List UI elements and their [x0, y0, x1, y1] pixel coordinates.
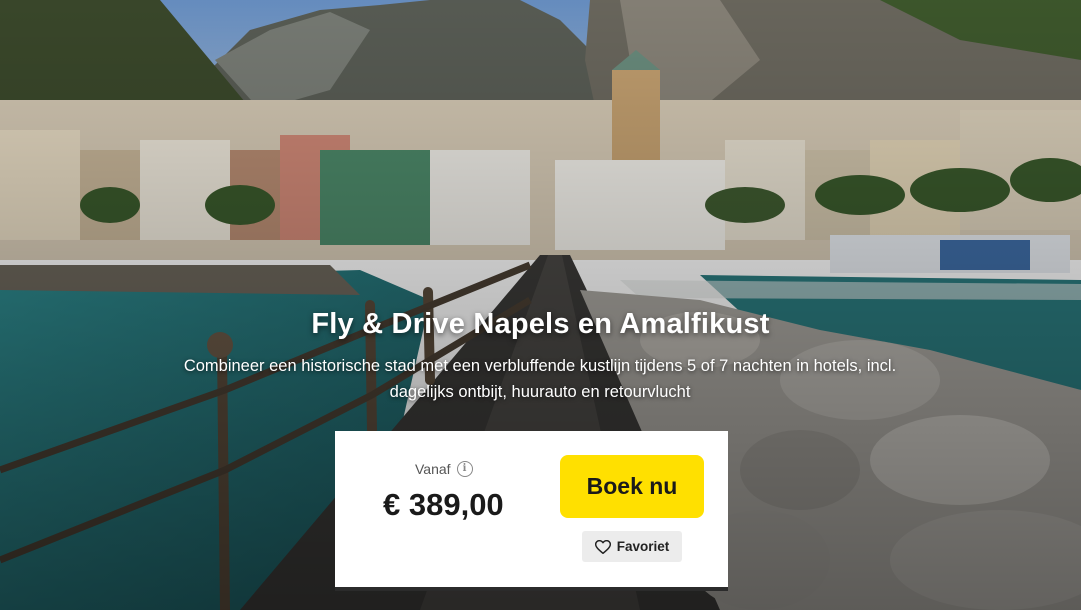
- hero-banner: Fly & Drive Napels en Amalfikust Combine…: [0, 0, 1081, 610]
- price-value: € 389,00: [383, 487, 504, 522]
- book-now-button[interactable]: Boek nu: [560, 455, 704, 518]
- from-label: Vanaf: [415, 461, 451, 477]
- from-price-row: Vanaf i: [415, 461, 473, 477]
- info-icon[interactable]: i: [456, 461, 473, 477]
- price-card: Vanaf i € 389,00 Boek nu Favoriet: [335, 431, 728, 587]
- heart-outline-icon: [594, 539, 611, 554]
- favorite-label: Favoriet: [616, 539, 670, 554]
- favorite-button[interactable]: Favoriet: [582, 531, 682, 562]
- hero-title: Fly & Drive Napels en Amalfikust: [311, 308, 770, 340]
- hero-subtitle: Combineer een historische stad met een v…: [183, 357, 897, 401]
